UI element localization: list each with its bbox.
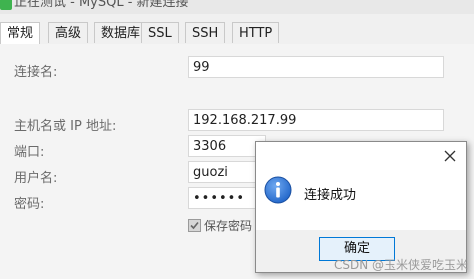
tab-http[interactable]: HTTP xyxy=(232,22,280,43)
port-label: 端口: xyxy=(14,145,45,160)
close-icon[interactable] xyxy=(442,148,458,164)
watermark: CSDN @玉米侠爱吃玉米 xyxy=(333,258,468,272)
host-label: 主机名或 IP 地址: xyxy=(14,119,117,134)
password-label: 密码: xyxy=(14,197,45,212)
username-label: 用户名: xyxy=(14,171,58,186)
checkmark-icon xyxy=(190,221,199,230)
tab-bar: 常规 高级 数据库 SSL SSH HTTP xyxy=(0,22,474,45)
connection-name-input[interactable]: 99 xyxy=(188,56,444,78)
app-icon xyxy=(0,0,12,10)
host-input[interactable]: 192.168.217.99 xyxy=(188,109,444,131)
window-title: 正在测试 - MySQL - 新建连接 xyxy=(14,0,189,10)
connection-name-label: 连接名: xyxy=(14,65,58,80)
save-password-label: 保存密码 xyxy=(204,219,253,233)
save-password-row: 保存密码 xyxy=(188,217,252,235)
tab-general[interactable]: 常规 xyxy=(0,22,41,45)
save-password-checkbox[interactable] xyxy=(188,219,201,232)
tab-database[interactable]: 数据库 xyxy=(94,22,148,43)
tab-ssl[interactable]: SSL xyxy=(141,22,179,43)
info-icon xyxy=(264,176,292,204)
message-dialog: 连接成功 确定 xyxy=(255,141,467,273)
window-titlebar: 正在测试 - MySQL - 新建连接 xyxy=(0,0,474,14)
tab-advanced[interactable]: 高级 xyxy=(48,22,89,43)
dialog-message: 连接成功 xyxy=(304,188,357,203)
tab-ssh[interactable]: SSH xyxy=(185,22,226,43)
